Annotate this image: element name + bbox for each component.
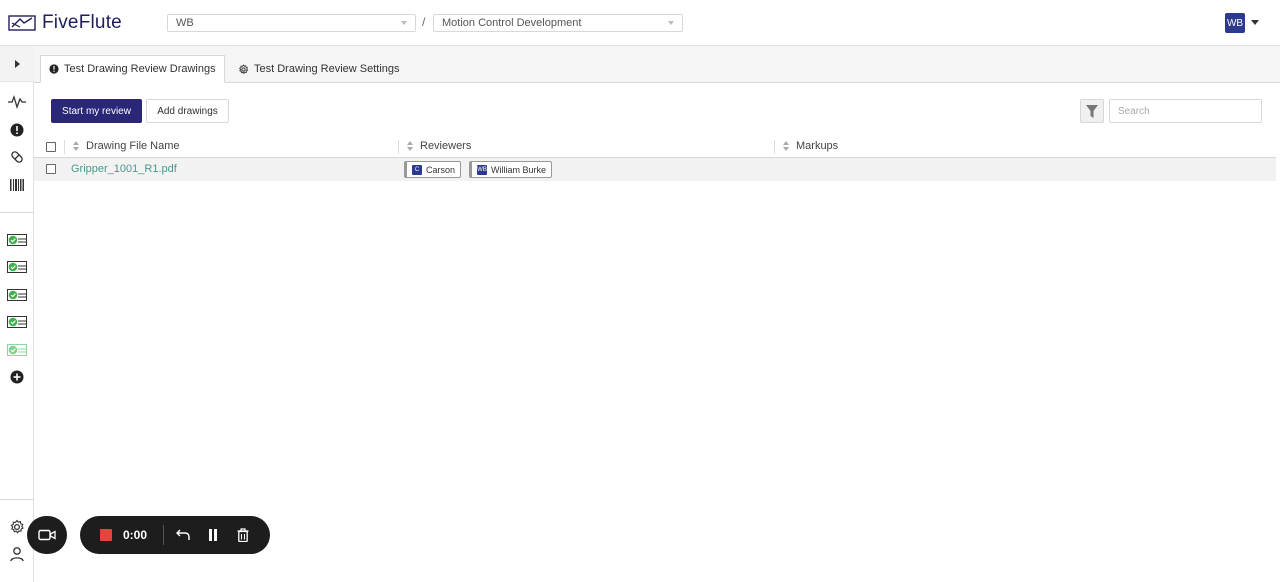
sort-icon: [407, 140, 414, 152]
logo-icon: [8, 15, 36, 31]
column-header-file-name[interactable]: Drawing File Name: [73, 140, 180, 152]
chevron-right-icon: [14, 59, 20, 68]
column-header-markups[interactable]: Markups: [783, 140, 838, 152]
app-logo[interactable]: FiveFlute: [8, 10, 122, 36]
table-header: Drawing File Name Reviewers Markups: [34, 136, 1276, 158]
start-review-button[interactable]: Start my review: [51, 99, 142, 123]
column-divider: [774, 140, 775, 154]
main-content: Start my review Add drawings Drawing Fil…: [34, 84, 1280, 582]
rail-divider: [0, 212, 34, 213]
top-bar: FiveFlute WB / Motion Control Developmen…: [0, 0, 1280, 46]
chevron-down-icon: [401, 21, 407, 25]
filter-icon: [1086, 104, 1098, 118]
drawing-file-link[interactable]: Gripper_1001_R1.pdf: [71, 163, 177, 175]
gear-icon: [238, 63, 249, 74]
recording-timer: 0:00: [123, 528, 148, 542]
pill-icon[interactable]: [7, 148, 27, 166]
left-rail: [0, 46, 34, 582]
project-select-value: Motion Control Development: [442, 17, 582, 29]
trash-icon[interactable]: [235, 527, 251, 543]
recorder-camera-button[interactable]: [27, 516, 67, 554]
reviewer-name: William Burke: [491, 164, 547, 175]
tab-settings[interactable]: Test Drawing Review Settings: [230, 55, 408, 83]
row-checkbox[interactable]: [46, 164, 56, 174]
tab-strip: Test Drawing Review Drawings Test Drawin…: [34, 46, 1280, 83]
review-check-icon[interactable]: [7, 313, 27, 331]
tab-drawings[interactable]: Test Drawing Review Drawings: [40, 55, 225, 83]
reviewer-chip[interactable]: C Carson: [404, 161, 462, 178]
org-select-value: WB: [176, 17, 194, 29]
reviewer-chip[interactable]: WB William Burke: [469, 161, 553, 178]
reviewer-avatar: C: [412, 164, 422, 175]
sort-icon: [73, 140, 80, 152]
pause-icon[interactable]: [205, 527, 221, 543]
tab-drawings-label: Test Drawing Review Drawings: [64, 63, 216, 75]
add-drawings-button[interactable]: Add drawings: [146, 99, 229, 123]
column-divider: [398, 140, 399, 154]
column-header-markups-label: Markups: [796, 140, 839, 152]
video-camera-icon: [38, 529, 56, 541]
add-circle-icon[interactable]: [7, 368, 27, 386]
table-row[interactable]: Gripper_1001_R1.pdf C Carson WB William …: [34, 158, 1276, 181]
rail-expand-button[interactable]: [0, 46, 34, 82]
org-select[interactable]: WB: [167, 14, 416, 32]
search-input[interactable]: [1109, 99, 1262, 123]
alert-icon[interactable]: [7, 121, 27, 139]
tab-settings-label: Test Drawing Review Settings: [254, 63, 400, 75]
review-check-icon[interactable]: [7, 231, 27, 249]
recorder-toolbar: 0:00: [80, 516, 270, 554]
column-header-file-name-label: Drawing File Name: [86, 140, 180, 152]
select-all-checkbox[interactable]: [46, 142, 56, 152]
reviewer-avatar: WB: [477, 164, 487, 175]
review-check-icon[interactable]: [7, 286, 27, 304]
gear-icon[interactable]: [7, 518, 27, 536]
column-divider: [64, 140, 65, 154]
column-header-reviewers-label: Reviewers: [420, 140, 472, 152]
reviewer-name: Carson: [426, 164, 456, 175]
user-avatar[interactable]: WB: [1225, 13, 1245, 33]
column-header-reviewers[interactable]: Reviewers: [407, 140, 471, 152]
barcode-icon[interactable]: [7, 176, 27, 194]
chevron-down-icon: [668, 21, 674, 25]
undo-icon[interactable]: [175, 527, 191, 543]
project-select[interactable]: Motion Control Development: [433, 14, 683, 32]
user-menu-caret-icon[interactable]: [1251, 20, 1259, 25]
review-check-light-icon[interactable]: [7, 341, 27, 359]
app-name: FiveFlute: [42, 12, 122, 33]
recorder-divider: [163, 525, 164, 545]
user-icon[interactable]: [7, 545, 27, 563]
review-check-icon[interactable]: [7, 258, 27, 276]
alert-circle-icon: [49, 64, 59, 74]
breadcrumb-separator: /: [422, 15, 426, 29]
filter-button[interactable]: [1080, 99, 1104, 123]
rail-divider: [0, 499, 34, 500]
sort-icon: [783, 140, 790, 152]
activity-icon[interactable]: [7, 93, 27, 111]
stop-record-button[interactable]: [100, 529, 112, 541]
